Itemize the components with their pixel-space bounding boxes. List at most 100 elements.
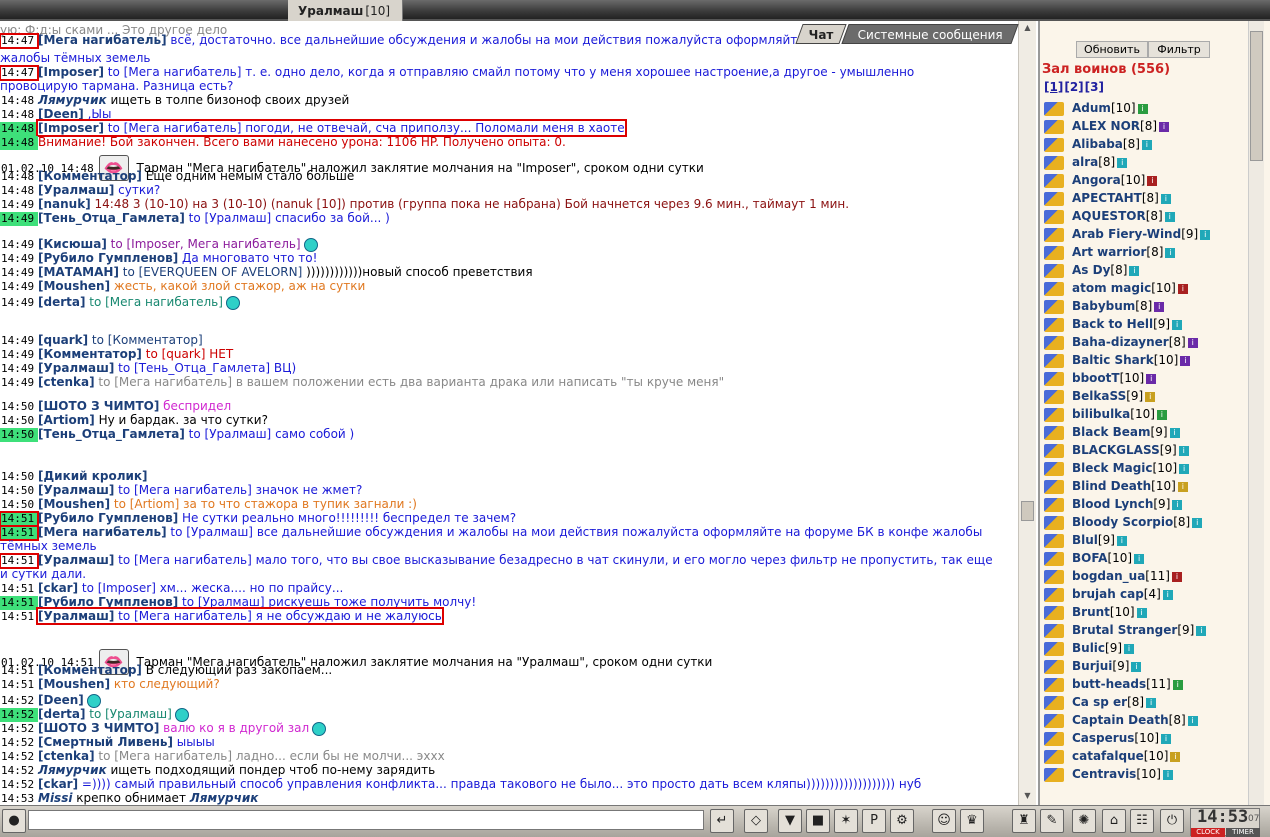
chat-nick[interactable]: [Moushen] bbox=[38, 279, 110, 293]
private-message-icon[interactable] bbox=[1044, 155, 1064, 170]
private-message-icon[interactable] bbox=[1044, 659, 1064, 674]
private-message-icon[interactable] bbox=[1044, 605, 1064, 620]
player-item[interactable]: Blood Lynch[9] i bbox=[1044, 495, 1270, 513]
chat-recipient[interactable]: to [Мега нагибатель] bbox=[114, 483, 252, 497]
player-item[interactable]: Captain Death[8] i bbox=[1044, 711, 1270, 729]
player-name[interactable]: Arab Fiery-Wind bbox=[1072, 227, 1181, 241]
player-info-icon[interactable]: i bbox=[1124, 643, 1135, 654]
inventory-icon[interactable]: ♜ bbox=[1012, 809, 1036, 833]
player-info-icon[interactable]: i bbox=[1164, 211, 1175, 222]
player-item[interactable]: Bleck Magic[10] i bbox=[1044, 459, 1270, 477]
player-name[interactable]: As Dy bbox=[1072, 263, 1110, 277]
player-name[interactable]: atom magic bbox=[1072, 281, 1151, 295]
private-message-icon[interactable] bbox=[1044, 335, 1064, 350]
player-item[interactable]: Burjui[9] i bbox=[1044, 657, 1270, 675]
chat-mode-icon[interactable]: ● bbox=[2, 809, 26, 833]
chat-nick[interactable]: [ckar] bbox=[38, 581, 78, 595]
chat-recipient[interactable]: to [Уралмаш] bbox=[185, 427, 272, 441]
private-message-icon[interactable] bbox=[1044, 227, 1064, 242]
options-icon[interactable]: ☷ bbox=[1130, 809, 1154, 833]
player-item[interactable]: Centravis[10] i bbox=[1044, 765, 1270, 783]
player-name[interactable]: bbootT bbox=[1072, 371, 1120, 385]
chat-nick[interactable]: [Уралмаш] bbox=[38, 483, 114, 497]
chat-nick[interactable]: [Moushen] bbox=[38, 677, 110, 691]
chat-nick[interactable]: Лямурчик bbox=[38, 93, 107, 107]
player-info-icon[interactable]: i bbox=[1169, 427, 1180, 438]
player-item[interactable]: Alibaba[8] i bbox=[1044, 135, 1270, 153]
player-info-icon[interactable]: i bbox=[1165, 247, 1176, 258]
player-name[interactable]: bogdan_ua bbox=[1072, 569, 1145, 583]
private-message-icon[interactable] bbox=[1044, 479, 1064, 494]
player-item[interactable]: Baha-dizayner[8] i bbox=[1044, 333, 1270, 351]
chat-recipient[interactable]: to [Тень_Отца_Гамлета] bbox=[114, 361, 270, 375]
player-name[interactable]: Adum bbox=[1072, 101, 1111, 115]
chat-nick[interactable]: [Тень_Отца_Гамлета] bbox=[38, 211, 185, 225]
scroll-up-icon[interactable]: ▲ bbox=[1021, 23, 1034, 35]
private-message-icon[interactable] bbox=[1044, 533, 1064, 548]
private-message-icon[interactable] bbox=[1044, 515, 1064, 530]
player-info-icon[interactable]: i bbox=[1187, 715, 1198, 726]
private-message-icon[interactable] bbox=[1044, 587, 1064, 602]
player-item[interactable]: BOFA[10] i bbox=[1044, 549, 1270, 567]
chat-recipient[interactable]: to [Artiom] bbox=[110, 497, 179, 511]
private-message-icon[interactable] bbox=[1044, 749, 1064, 764]
player-item[interactable]: Back to Hell[9] i bbox=[1044, 315, 1270, 333]
player-name[interactable]: Casperus bbox=[1072, 731, 1134, 745]
player-info-icon[interactable]: i bbox=[1192, 517, 1203, 528]
player-item[interactable]: Black Beam[9] i bbox=[1044, 423, 1270, 441]
player-info-icon[interactable]: i bbox=[1146, 697, 1157, 708]
private-message-icon[interactable] bbox=[1044, 389, 1064, 404]
private-message-icon[interactable] bbox=[1044, 569, 1064, 584]
chat-nick[interactable]: [Смертный Ливень] bbox=[38, 735, 173, 749]
player-item[interactable]: bbootT[10] i bbox=[1044, 369, 1270, 387]
player-name[interactable]: BLACKGLASS bbox=[1072, 443, 1160, 457]
player-name[interactable]: Babybum bbox=[1072, 299, 1135, 313]
player-item[interactable]: Art warrior[8] i bbox=[1044, 243, 1270, 261]
player-name[interactable]: Ca sp er bbox=[1072, 695, 1127, 709]
private-message-icon[interactable] bbox=[1044, 767, 1064, 782]
player-name[interactable]: brujah cap bbox=[1072, 587, 1144, 601]
player-name[interactable]: Burjui bbox=[1072, 659, 1112, 673]
chat-nick[interactable]: [Рубило Гумпленов] bbox=[38, 511, 178, 525]
player-item[interactable]: bogdan_ua[11] i bbox=[1044, 567, 1270, 585]
player-info-icon[interactable]: i bbox=[1137, 103, 1148, 114]
filter-funnel-icon[interactable]: ▼ bbox=[778, 809, 802, 833]
player-info-icon[interactable]: i bbox=[1134, 553, 1145, 564]
private-message-icon[interactable] bbox=[1044, 173, 1064, 188]
quest-icon[interactable]: ✎ bbox=[1040, 809, 1064, 833]
private-message-icon[interactable] bbox=[1044, 137, 1064, 152]
player-name[interactable]: Bleck Magic bbox=[1072, 461, 1153, 475]
chat-recipient[interactable]: to [Мега нагибатель] bbox=[95, 749, 232, 763]
player-item[interactable]: Bulic[9] i bbox=[1044, 639, 1270, 657]
player-item[interactable]: Blind Death[10] i bbox=[1044, 477, 1270, 495]
chat-nick[interactable]: [ctenka] bbox=[38, 749, 95, 763]
save-icon[interactable]: ■ bbox=[806, 809, 830, 833]
player-name[interactable]: Alibaba bbox=[1072, 137, 1123, 151]
player-item[interactable]: As Dy[8] i bbox=[1044, 261, 1270, 279]
player-info-icon[interactable]: i bbox=[1170, 751, 1181, 762]
chat-nick[interactable]: [Кисюша] bbox=[38, 237, 107, 251]
player-name[interactable]: APECTAHT bbox=[1072, 191, 1142, 205]
page-link-3[interactable]: [3] bbox=[1085, 80, 1104, 94]
player-item[interactable]: Adum[10] i bbox=[1044, 99, 1270, 117]
chat-nick[interactable]: [Комментатор] bbox=[38, 663, 142, 677]
player-info-icon[interactable]: i bbox=[1178, 445, 1189, 456]
player-name[interactable]: Centravis bbox=[1072, 767, 1136, 781]
player-item[interactable]: Casperus[10] i bbox=[1044, 729, 1270, 747]
eraser-icon[interactable]: ◇ bbox=[744, 809, 768, 833]
tab-chat[interactable]: Чат bbox=[795, 24, 847, 44]
private-message-icon[interactable] bbox=[1044, 245, 1064, 260]
player-name[interactable]: bilibulka bbox=[1072, 407, 1130, 421]
chat-nick[interactable]: [nanuk] bbox=[38, 197, 91, 211]
chat-nick[interactable]: [Moushen] bbox=[38, 497, 110, 511]
chat-recipient[interactable]: to [Мега нагибатель] bbox=[95, 375, 232, 389]
player-item[interactable]: Angora[10] i bbox=[1044, 171, 1270, 189]
chat-nick[interactable]: [Уралмаш] bbox=[38, 183, 114, 197]
player-name[interactable]: Bloody Scorpio bbox=[1072, 515, 1173, 529]
player-item[interactable]: AQUESTOR[8] i bbox=[1044, 207, 1270, 225]
player-item[interactable]: catafalque[10] i bbox=[1044, 747, 1270, 765]
chat-nick[interactable]: [derta] bbox=[38, 707, 85, 721]
player-name[interactable]: AQUESTOR bbox=[1072, 209, 1146, 223]
page-link-2[interactable]: [2] bbox=[1064, 80, 1083, 94]
chat-recipient[interactable]: to [Комментатор] bbox=[88, 333, 203, 347]
